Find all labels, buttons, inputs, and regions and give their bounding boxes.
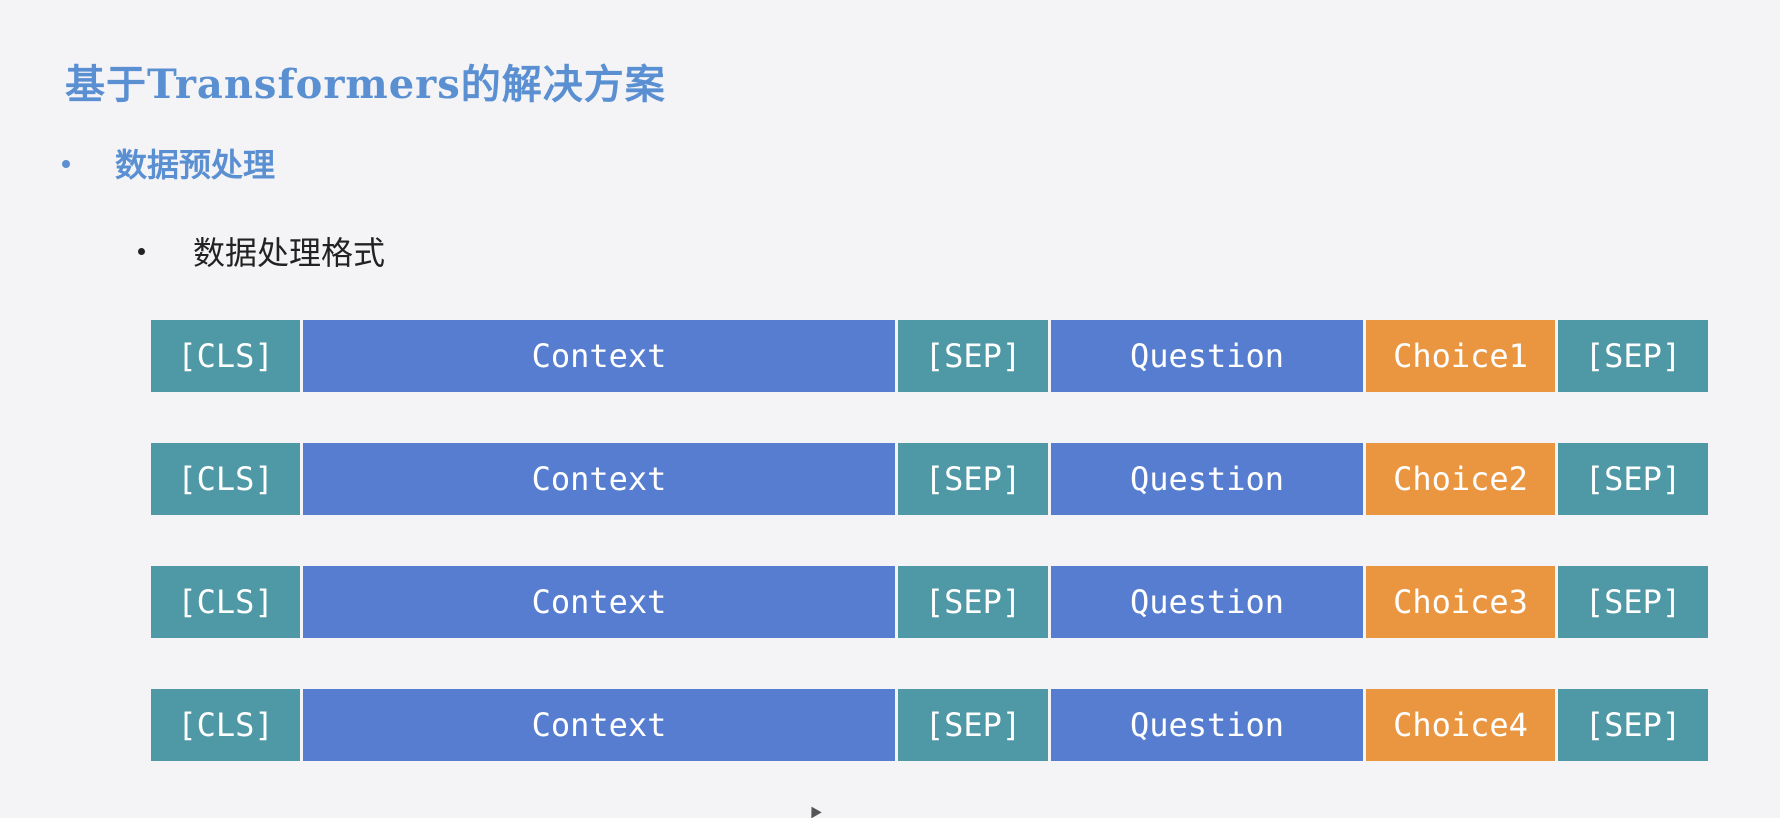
context-segment: Context — [303, 689, 895, 761]
bullet-level2: 数据处理格式 — [138, 228, 385, 274]
context-segment: Context — [303, 566, 895, 638]
bullet-level1: 数据预处理 — [62, 140, 275, 186]
sep-token: [SEP] — [898, 566, 1048, 638]
sep-token: [SEP] — [1558, 443, 1708, 515]
question-segment: Question — [1051, 566, 1363, 638]
cls-token: [CLS] — [151, 443, 300, 515]
bullet-dot-icon — [138, 247, 145, 255]
sep-token: [SEP] — [898, 320, 1048, 392]
choice-segment: Choice4 — [1366, 689, 1555, 761]
sep-token: [SEP] — [898, 689, 1048, 761]
question-segment: Question — [1051, 320, 1363, 392]
context-segment: Context — [303, 443, 895, 515]
mouse-cursor-icon — [806, 803, 822, 818]
choice-segment: Choice3 — [1366, 566, 1555, 638]
sep-token: [SEP] — [1558, 689, 1708, 761]
cls-token: [CLS] — [151, 689, 300, 761]
cls-token: [CLS] — [151, 320, 300, 392]
choice-segment: Choice2 — [1366, 443, 1555, 515]
sep-token: [SEP] — [1558, 320, 1708, 392]
slide-title: 基于Transformers的解决方案 — [65, 61, 666, 108]
cls-token: [CLS] — [151, 566, 300, 638]
sequence-row-4: [CLS] Context [SEP] Question Choice4 [SE… — [151, 689, 1708, 761]
sequence-rows: [CLS] Context [SEP] Question Choice1 [SE… — [151, 320, 1708, 761]
sequence-row-1: [CLS] Context [SEP] Question Choice1 [SE… — [151, 320, 1708, 392]
question-segment: Question — [1051, 689, 1363, 761]
bullet-level2-text: 数据处理格式 — [193, 234, 386, 272]
context-segment: Context — [303, 320, 895, 392]
bullet-level1-text: 数据预处理 — [115, 146, 276, 184]
sequence-row-2: [CLS] Context [SEP] Question Choice2 [SE… — [151, 443, 1708, 515]
bullet-dot-icon — [62, 160, 70, 168]
choice-segment: Choice1 — [1366, 320, 1555, 392]
question-segment: Question — [1051, 443, 1363, 515]
sep-token: [SEP] — [1558, 566, 1708, 638]
sequence-row-3: [CLS] Context [SEP] Question Choice3 [SE… — [151, 566, 1708, 638]
sep-token: [SEP] — [898, 443, 1048, 515]
